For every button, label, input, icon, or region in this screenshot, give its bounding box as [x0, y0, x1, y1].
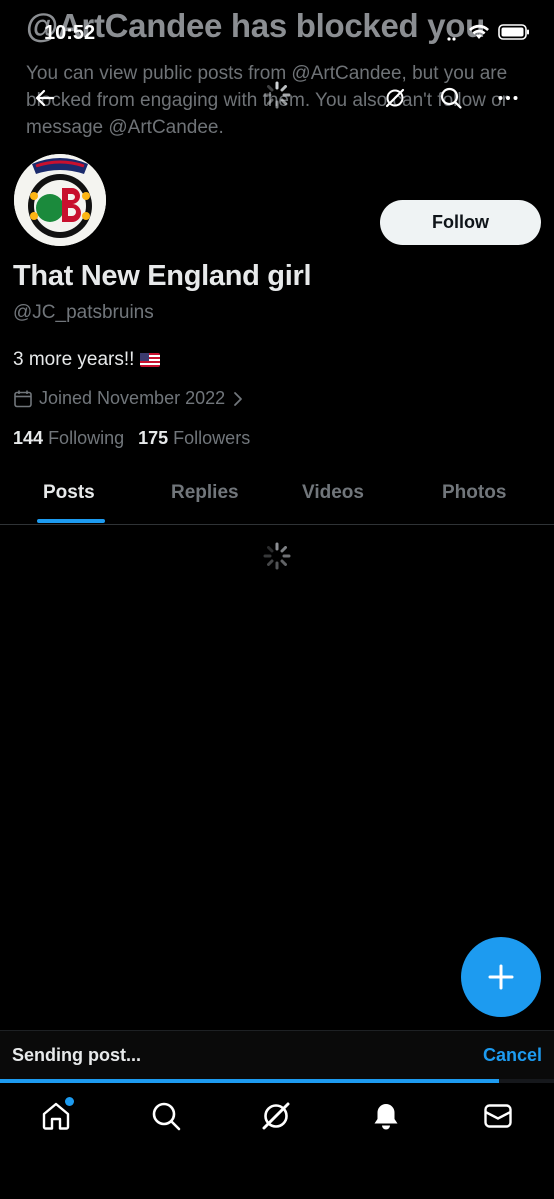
plus-icon — [488, 964, 514, 990]
avatar-logo-image — [14, 154, 106, 246]
nav-search[interactable] — [148, 1098, 184, 1134]
follow-counts: 144 Following 175 Followers — [13, 428, 250, 449]
profile-screen: @ArtCandee has blocked you You can view … — [0, 0, 554, 1199]
battery-icon — [498, 24, 530, 45]
display-name: That New England girl — [13, 260, 312, 292]
more-icon — [498, 96, 518, 100]
joined-text: Joined November 2022 — [39, 388, 226, 408]
arrow-left-icon — [35, 89, 55, 107]
bio-text: 3 more years!! — [13, 349, 135, 370]
profile-tabs: Posts Replies Videos Photos — [0, 462, 554, 525]
followers-label: Followers — [173, 428, 251, 448]
tab-replies[interactable]: Replies — [171, 482, 239, 504]
followers-link[interactable]: 175 Followers — [138, 428, 250, 449]
followers-count: 175 — [138, 428, 169, 448]
content-loading-spinner-icon — [263, 542, 291, 570]
signal-icon — [446, 28, 460, 42]
bell-icon — [374, 1104, 398, 1130]
nav-notifications[interactable] — [368, 1098, 404, 1134]
tab-photos[interactable]: Photos — [442, 482, 506, 504]
more-button[interactable] — [494, 84, 522, 112]
compose-post-button[interactable] — [461, 937, 541, 1017]
search-icon — [440, 87, 462, 109]
loading-spinner-icon — [263, 81, 291, 109]
following-link[interactable]: 144 Following — [13, 428, 124, 449]
sending-post-bar: Sending post... Cancel — [0, 1030, 554, 1083]
nav-grok[interactable] — [258, 1098, 294, 1134]
joined-date[interactable]: Joined November 2022 — [13, 388, 245, 409]
chevron-right-icon — [234, 391, 243, 406]
nav-home[interactable] — [38, 1097, 74, 1134]
active-tab-indicator — [37, 519, 105, 523]
sending-progress-bar — [0, 1079, 554, 1083]
search-icon — [152, 1102, 181, 1131]
bio: 3 more years!! — [13, 349, 161, 371]
following-label: Following — [48, 428, 125, 448]
wifi-icon — [468, 24, 490, 45]
search-button[interactable] — [437, 84, 465, 112]
follow-button[interactable]: Follow — [380, 200, 541, 245]
following-count: 144 — [13, 428, 44, 448]
grok-icon — [262, 1102, 290, 1130]
cancel-button[interactable]: Cancel — [483, 1045, 542, 1066]
status-icons — [446, 24, 530, 45]
grok-button[interactable] — [381, 84, 409, 112]
status-time: 10:52 — [44, 22, 96, 44]
sending-post-label: Sending post... — [12, 1045, 141, 1065]
tab-videos[interactable]: Videos — [302, 482, 364, 504]
bottom-nav — [0, 1084, 554, 1199]
sending-progress-fill — [0, 1079, 499, 1083]
tab-posts[interactable]: Posts — [43, 482, 95, 504]
back-button[interactable] — [31, 84, 59, 112]
avatar[interactable] — [12, 152, 108, 248]
calendar-icon — [14, 390, 32, 407]
nav-messages[interactable] — [480, 1098, 516, 1134]
handle: @JC_patsbruins — [13, 302, 154, 323]
home-badge-dot — [65, 1097, 74, 1106]
us-flag-icon — [140, 353, 161, 367]
mail-icon — [484, 1104, 512, 1128]
grok-icon — [385, 88, 405, 108]
